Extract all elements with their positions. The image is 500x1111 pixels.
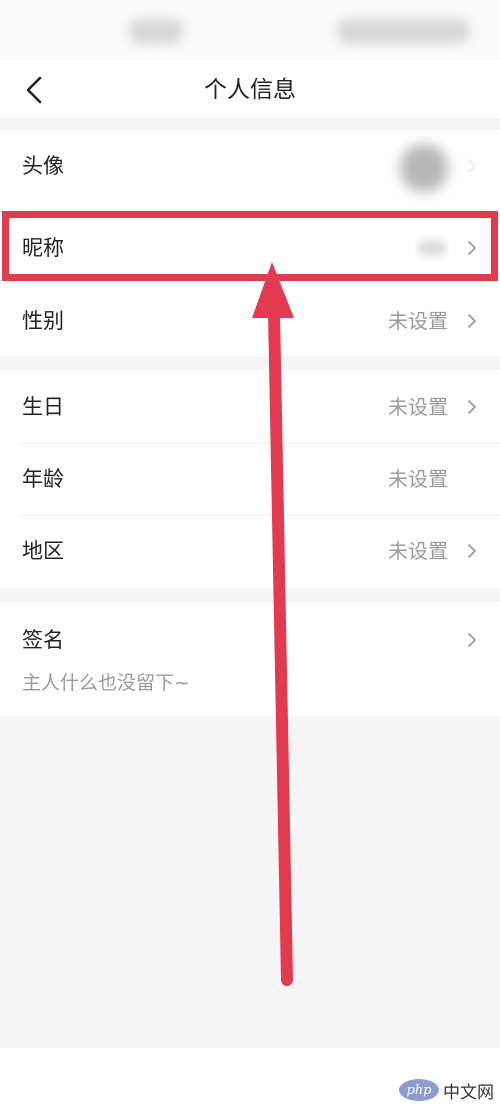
watermark-logo: php <box>399 1079 439 1101</box>
watermark-text: 中文网 <box>443 1082 494 1103</box>
annotation-arrow-icon <box>252 262 294 986</box>
watermark: php 中文网 <box>399 1075 494 1105</box>
